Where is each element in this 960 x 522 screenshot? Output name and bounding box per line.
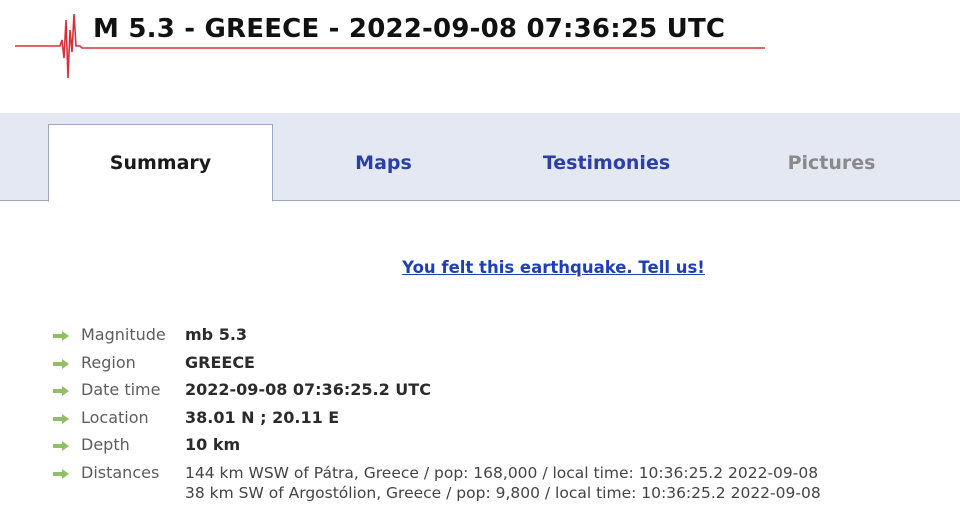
detail-value-location: 38.01 N ; 20.11 E: [185, 407, 340, 427]
distances-list: 144 km WSW of Pátra, Greece / pop: 168,0…: [185, 463, 821, 503]
tab-maps[interactable]: Maps: [271, 124, 496, 201]
arrow-right-icon: [53, 441, 69, 451]
distance-line: 38 km SW of Argostólion, Greece / pop: 9…: [185, 483, 821, 502]
detail-value-region: GREECE: [185, 352, 255, 372]
detail-label: Distances: [81, 462, 160, 482]
tab-testimonies[interactable]: Testimonies: [494, 124, 719, 201]
tab-bar: Summary Maps Testimonies Pictures: [0, 113, 960, 202]
distance-line: 144 km WSW of Pátra, Greece / pop: 168,0…: [185, 463, 819, 482]
page-header: M 5.3 - GREECE - 2022-09-08 07:36:25 UTC: [0, 0, 960, 100]
arrow-right-icon: [53, 358, 69, 369]
detail-label: Magnitude: [81, 325, 166, 344]
arrow-right-icon: [53, 468, 69, 479]
detail-label: Location: [81, 407, 149, 427]
arrow-right-icon: [53, 386, 69, 396]
felt-earthquake-link[interactable]: You felt this earthquake. Tell us!: [0, 258, 960, 277]
detail-value-datetime: 2022-09-08 07:36:25.2 UTC: [185, 380, 431, 399]
tab-summary[interactable]: Summary: [48, 124, 273, 202]
tab-pictures: Pictures: [787, 151, 876, 174]
detail-value-magnitude: mb 5.3: [185, 325, 248, 344]
detail-label: Date time: [81, 380, 161, 399]
detail-label: Depth: [81, 435, 130, 454]
detail-label: Region: [81, 352, 136, 372]
arrow-right-icon: [53, 331, 69, 341]
detail-value-depth: 10 km: [185, 435, 241, 454]
page-title: M 5.3 - GREECE - 2022-09-08 07:36:25 UTC: [93, 14, 726, 44]
arrow-right-icon: [53, 413, 69, 424]
